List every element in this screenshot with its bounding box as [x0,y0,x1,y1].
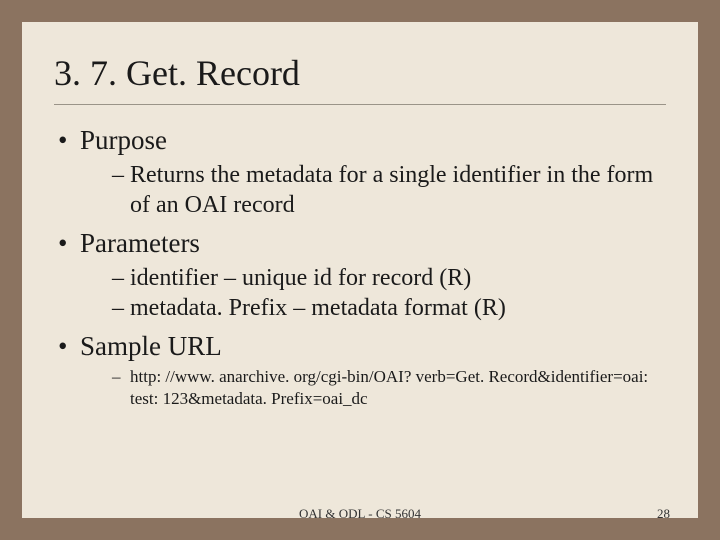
bullet-label: Sample URL [80,331,222,361]
bullet-sample-url: Sample URL http: //www. anarchive. org/c… [58,329,666,410]
sub-item: http: //www. anarchive. org/cgi-bin/OAI?… [112,366,666,410]
footer-center-text: OAI & ODL - CS 5604 [299,506,421,522]
sub-item: metadata. Prefix – metadata format (R) [112,293,666,323]
bullet-label: Purpose [80,125,167,155]
sub-list: http: //www. anarchive. org/cgi-bin/OAI?… [80,366,666,410]
sub-item: identifier – unique id for record (R) [112,263,666,293]
bullet-list: Purpose Returns the metadata for a singl… [54,123,666,410]
page-number: 28 [657,506,670,522]
sub-item: Returns the metadata for a single identi… [112,160,666,220]
slide: 3. 7. Get. Record Purpose Returns the me… [22,22,698,518]
bullet-purpose: Purpose Returns the metadata for a singl… [58,123,666,220]
title-divider [54,104,666,105]
bullet-parameters: Parameters identifier – unique id for re… [58,226,666,323]
slide-title: 3. 7. Get. Record [54,52,666,94]
bullet-label: Parameters [80,228,200,258]
sub-list: identifier – unique id for record (R) me… [80,263,666,323]
sub-list: Returns the metadata for a single identi… [80,160,666,220]
